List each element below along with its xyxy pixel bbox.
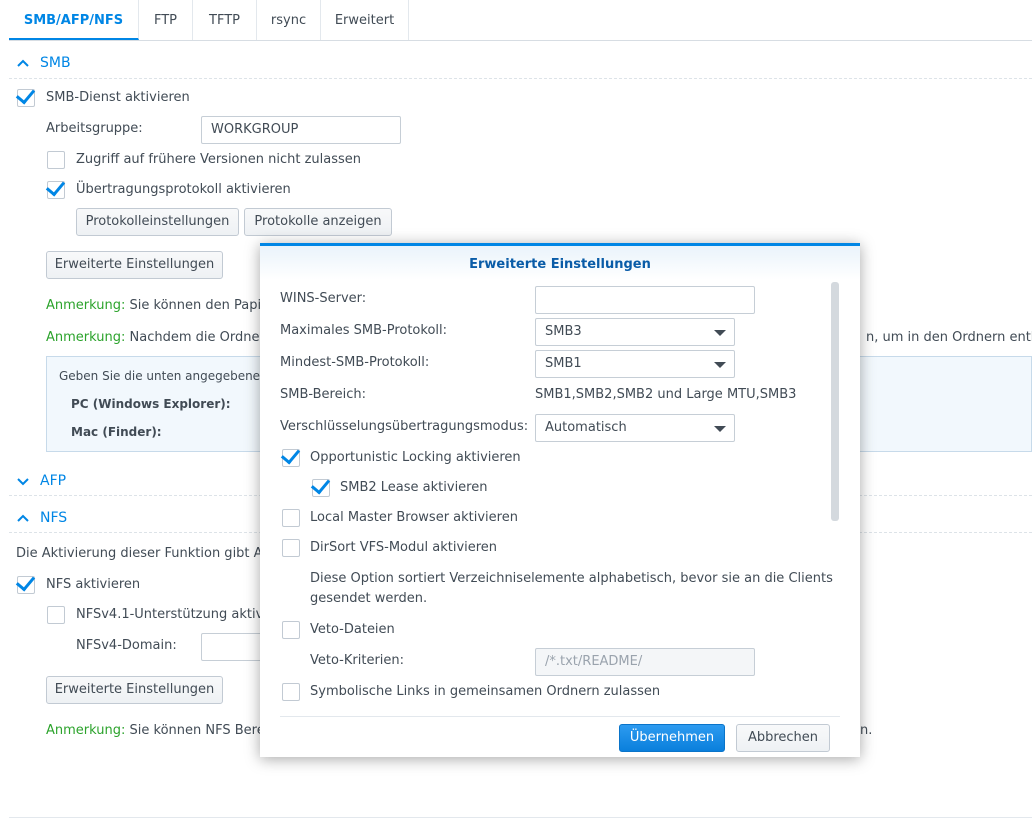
prev-versions-checkbox[interactable] xyxy=(47,151,65,169)
veto-files-checkbox[interactable] xyxy=(282,621,300,639)
note-text: Sie können den Papier xyxy=(129,298,275,313)
oplock-checkbox[interactable] xyxy=(282,449,300,467)
smb-range-value: SMB1,SMB2,SMB2 und Large MTU,SMB3 xyxy=(535,387,797,402)
dropdown-arrow-icon xyxy=(714,426,726,432)
nfs-section-header[interactable]: NFS xyxy=(16,507,67,529)
dirsort-checkbox[interactable] xyxy=(282,539,300,557)
nfs-note: Anmerkung: Sie können NFS Berec xyxy=(46,723,272,738)
tab-bar: SMB/AFP/NFS FTP TFTP rsync Erweitert xyxy=(9,0,1032,41)
nfs-enable-checkbox[interactable] xyxy=(17,576,35,594)
bottom-divider xyxy=(9,817,1032,818)
mac-label: Mac (Finder): xyxy=(71,425,162,439)
chevron-down-icon xyxy=(17,478,29,486)
transfer-log-checkbox[interactable] xyxy=(47,181,65,199)
dropdown-arrow-icon xyxy=(714,362,726,368)
max-smb-value: SMB3 xyxy=(545,324,582,339)
smb-section-header[interactable]: SMB xyxy=(16,52,71,74)
dialog-footer-divider xyxy=(280,716,840,717)
tab-tftp[interactable]: TFTP xyxy=(193,0,257,40)
veto-criteria-label: Veto-Kriterien: xyxy=(310,653,405,668)
pc-label: PC (Windows Explorer): xyxy=(71,397,231,411)
smb2-lease-label: SMB2 Lease aktivieren xyxy=(340,480,488,495)
smb2-lease-checkbox[interactable] xyxy=(312,479,330,497)
nfs-note-tail: n. xyxy=(860,723,873,738)
dialog-scrollbar[interactable] xyxy=(831,282,839,521)
nfsv41-checkbox[interactable] xyxy=(47,606,65,624)
info-text: Geben Sie die unten angegebene Ad xyxy=(59,369,280,383)
local-master-label: Local Master Browser aktivieren xyxy=(310,510,518,525)
symlinks-label: Symbolische Links in gemeinsamen Ordnern… xyxy=(310,684,661,699)
nfs-section-title: NFS xyxy=(40,510,68,526)
dirsort-label: DirSort VFS-Modul aktivieren xyxy=(310,540,498,555)
section-divider xyxy=(9,78,1032,79)
tab-erweitert[interactable]: Erweitert xyxy=(321,0,409,40)
max-smb-select[interactable]: SMB3 xyxy=(535,318,735,346)
smb-section-title: SMB xyxy=(40,55,71,71)
veto-files-label: Veto-Dateien xyxy=(310,622,395,637)
tab-rsync[interactable]: rsync xyxy=(257,0,321,40)
transfer-log-label: Übertragungsprotokoll aktivieren xyxy=(76,182,291,197)
encryption-mode-label: Verschlüsselungsübertragungsmodus: xyxy=(280,419,529,434)
tab-ftp[interactable]: FTP xyxy=(139,0,193,40)
smb-range-label: SMB-Bereich: xyxy=(280,387,366,402)
chevron-up-icon xyxy=(17,59,29,67)
veto-criteria-input[interactable]: /*.txt/README/ xyxy=(535,648,755,676)
wins-server-label: WINS-Server: xyxy=(280,291,367,306)
dialog-title: Erweiterte Einstellungen xyxy=(260,246,860,280)
afp-section-title: AFP xyxy=(40,473,67,489)
nfs-enable-label: NFS aktivieren xyxy=(46,577,141,592)
note-label: Anmerkung: xyxy=(46,330,126,345)
max-smb-label: Maximales SMB-Protokoll: xyxy=(280,323,448,338)
tab-smb-afp-nfs[interactable]: SMB/AFP/NFS xyxy=(9,0,139,40)
chevron-up-icon xyxy=(17,514,29,522)
encryption-mode-select[interactable]: Automatisch xyxy=(535,414,735,442)
smb-enable-checkbox[interactable] xyxy=(17,89,35,107)
note-text: Nachdem die Ordner v xyxy=(129,330,277,345)
min-smb-value: SMB1 xyxy=(545,356,582,371)
nfsv4-domain-label: NFSv4-Domain: xyxy=(76,638,177,653)
log-settings-button[interactable]: Protokolleinstellungen xyxy=(76,208,239,236)
smb-enable-label: SMB-Dienst aktivieren xyxy=(46,90,190,105)
prev-versions-label: Zugriff auf frühere Versionen nicht zula… xyxy=(76,152,362,167)
encryption-mode-value: Automatisch xyxy=(545,420,627,435)
min-smb-select[interactable]: SMB1 xyxy=(535,350,735,378)
note-label: Anmerkung: xyxy=(46,723,126,738)
smb-note-2: Anmerkung: Nachdem die Ordner v xyxy=(46,330,277,345)
note-label: Anmerkung: xyxy=(46,298,126,313)
smb-note-2-tail: n, um in den Ordnern enthalt xyxy=(866,330,1032,345)
workgroup-label: Arbeitsgruppe: xyxy=(46,121,143,136)
local-master-checkbox[interactable] xyxy=(282,509,300,527)
dropdown-arrow-icon xyxy=(714,330,726,336)
note-text: Sie können NFS Berec xyxy=(129,723,272,738)
advanced-settings-dialog: Erweiterte Einstellungen WINS-Server: Ma… xyxy=(260,243,860,757)
show-logs-button[interactable]: Protokolle anzeigen xyxy=(244,208,392,236)
smb-note-1: Anmerkung: Sie können den Papier xyxy=(46,298,274,313)
workgroup-input[interactable]: WORKGROUP xyxy=(201,116,401,144)
nfs-description: Die Aktivierung dieser Funktion gibt Anw xyxy=(16,546,282,561)
apply-button[interactable]: Übernehmen xyxy=(619,724,725,752)
afp-section-header[interactable]: AFP xyxy=(16,470,66,492)
smb-advanced-button[interactable]: Erweiterte Einstellungen xyxy=(46,251,223,279)
min-smb-label: Mindest-SMB-Protokoll: xyxy=(280,355,430,370)
nfsv41-label: NFSv4.1-Unterstützung aktivie xyxy=(76,607,275,622)
cancel-button[interactable]: Abbrechen xyxy=(736,724,830,752)
dirsort-description-line2: gesendet werden. xyxy=(310,591,428,606)
wins-server-input[interactable] xyxy=(535,286,755,314)
oplock-label: Opportunistic Locking aktivieren xyxy=(310,450,521,465)
dirsort-description-line1: Diese Option sortiert Verzeichniselement… xyxy=(310,571,833,586)
nfs-advanced-button[interactable]: Erweiterte Einstellungen xyxy=(46,676,223,704)
symlinks-checkbox[interactable] xyxy=(282,683,300,701)
